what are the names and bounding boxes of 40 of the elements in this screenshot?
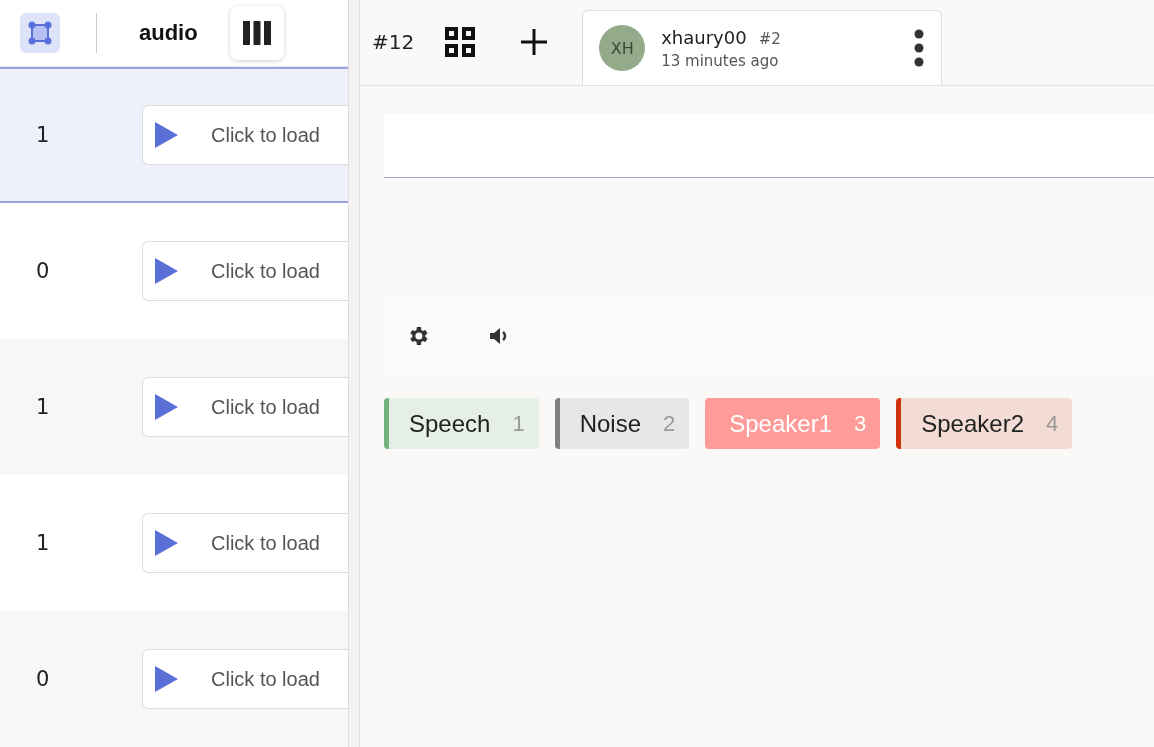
columns-icon	[241, 20, 272, 46]
audio-load-button[interactable]: Click to load	[142, 241, 348, 301]
table-row[interactable]: 0 Click to load	[0, 611, 348, 747]
play-icon	[153, 665, 179, 693]
label-tag[interactable]: Speech 1	[384, 398, 539, 449]
play-icon	[153, 257, 179, 285]
table-cell-text: 1	[35, 395, 51, 419]
timestamp: 13 minutes ago	[661, 51, 780, 70]
audio-load-button[interactable]: Click to load	[142, 377, 348, 437]
columns-button[interactable]	[229, 6, 284, 60]
column-header: audio	[139, 20, 198, 46]
play-icon	[153, 529, 179, 557]
table-row[interactable]: 0 Click to load	[0, 203, 348, 339]
table-cell-text: 1	[35, 531, 51, 555]
audio-load-button[interactable]: Click to load	[142, 649, 348, 709]
user-name: xhaury00	[661, 26, 747, 48]
hotkey-number: 2	[663, 410, 676, 437]
table-row[interactable]: 1 Click to load	[0, 475, 348, 611]
table-cell-text: 0	[35, 259, 51, 283]
play-icon	[153, 393, 179, 421]
play-icon	[153, 121, 179, 149]
user-avatar: XH	[599, 25, 646, 71]
table-cell-text: 0	[35, 667, 51, 691]
table-row[interactable]: 1 Click to load	[0, 67, 348, 203]
hotkey-number: 1	[512, 410, 525, 437]
text-field[interactable]	[384, 114, 1154, 178]
label-tag[interactable]: Speaker2 4	[896, 398, 1073, 449]
annotation-number: #2	[758, 29, 781, 48]
label-tag[interactable]: Noise 2	[554, 398, 690, 449]
table-row[interactable]: 1 Click to load	[0, 339, 348, 475]
select-all-icon[interactable]	[20, 13, 60, 53]
annotation-tab[interactable]: XH xhaury00 #2 13 minutes ago	[582, 10, 943, 85]
task-id: #12	[372, 30, 415, 54]
hotkey-number: 3	[854, 410, 867, 437]
hotkey-number: 4	[1046, 410, 1059, 437]
panel-resize-handle[interactable]	[348, 0, 360, 747]
audio-load-button[interactable]: Click to load	[142, 105, 348, 165]
audio-load-button[interactable]: Click to load	[142, 513, 348, 573]
more-icon[interactable]	[913, 28, 926, 68]
table-cell-text: 1	[35, 123, 51, 147]
